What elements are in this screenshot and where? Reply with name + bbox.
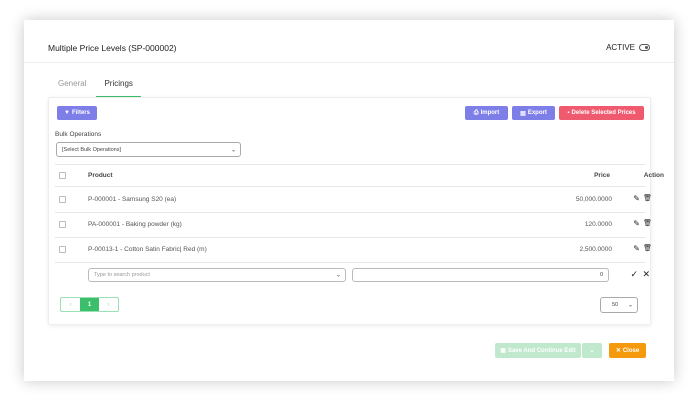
header-divider [24, 62, 674, 63]
trash-icon: ▪ [567, 110, 570, 116]
header-divider-line [55, 186, 645, 187]
page-1-button[interactable]: 1 [80, 298, 99, 311]
row-checkbox[interactable] [59, 221, 66, 228]
trash-icon[interactable]: 🗑 [643, 220, 652, 227]
row-divider [55, 262, 645, 263]
edit-icon[interactable]: ✎ [633, 220, 640, 228]
filter-icon: ▼ [64, 110, 70, 116]
select-all-checkbox[interactable] [59, 172, 66, 179]
close-label: Close [622, 347, 640, 354]
bulk-operations-label: Bulk Operations [55, 131, 102, 138]
product-cell: P-00013-1 - Cotton Satin Fabric| Red (m) [88, 246, 207, 253]
save-continue-label: Save And Continue Edit [507, 347, 576, 354]
product-cell: PA-000001 - Baking powder (kg) [88, 221, 182, 228]
close-icon: ✕ [615, 348, 621, 354]
page-size-value: 50 [611, 302, 619, 308]
page-title: Multiple Price Levels (SP-000002) [48, 43, 177, 53]
save-icon: ▣ [500, 348, 506, 354]
row-checkbox[interactable] [59, 196, 66, 203]
modal-window: Multiple Price Levels (SP-000002) ACTIVE… [24, 20, 674, 381]
tab-pricings[interactable]: Pricings [96, 79, 141, 98]
status-label: ACTIVE [606, 43, 635, 52]
table-top-divider [55, 164, 645, 165]
delete-label: Delete Selected Prices [571, 110, 636, 116]
chevron-down-icon: ⌄ [627, 302, 633, 309]
column-header-action: Action [643, 172, 664, 179]
column-header-price: Price [594, 172, 610, 179]
product-search-placeholder: Type to search product [94, 272, 150, 278]
product-search-select[interactable]: Type to search product ⌄ [88, 268, 346, 282]
next-page-button[interactable]: › [99, 298, 118, 311]
import-button[interactable]: ⎙ Import [465, 106, 508, 120]
delete-selected-button[interactable]: ▪ Delete Selected Prices [559, 106, 644, 120]
tab-general[interactable]: General [58, 79, 86, 98]
prev-page-button[interactable]: ‹ [61, 298, 80, 311]
import-label: Import [480, 110, 500, 116]
check-icon[interactable]: ✓ [630, 270, 638, 279]
bulk-operations-value: [Select Bulk Operations] [62, 146, 122, 153]
price-cell: 2,500.0000 [579, 246, 612, 253]
status-toggle-icon[interactable] [639, 44, 650, 51]
page-size-select[interactable]: 50 ⌄ [600, 297, 638, 313]
row-checkbox[interactable] [59, 246, 66, 253]
pricings-panel: ▼ Filters ⎙ Import ▤ Export ▪ Delete Sel… [48, 97, 651, 325]
import-icon: ⎙ [473, 109, 479, 116]
trash-icon[interactable]: 🗑 [643, 245, 652, 252]
price-input-value: 0 [599, 272, 603, 278]
edit-icon[interactable]: ✎ [633, 245, 640, 253]
export-label: Export [527, 110, 547, 116]
row-divider [55, 237, 645, 238]
chevron-down-icon: ⌄ [230, 147, 236, 153]
save-continue-button[interactable]: ▣ Save And Continue Edit [495, 343, 581, 358]
price-cell: 120.0000 [584, 221, 612, 228]
trash-icon[interactable]: 🗑 [643, 195, 652, 202]
tab-bar: General Pricings [58, 79, 141, 98]
price-cell: 50,000.0000 [575, 196, 612, 203]
filters-button[interactable]: ▼ Filters [57, 106, 97, 120]
price-input[interactable]: 0 [352, 268, 609, 282]
chevron-down-icon: ⌄ [335, 272, 341, 279]
save-options-dropdown[interactable]: ⌄ [582, 343, 602, 358]
row-divider [55, 212, 645, 213]
export-button[interactable]: ▤ Export [512, 106, 555, 120]
close-button[interactable]: ✕ Close [609, 343, 646, 358]
export-icon: ▤ [520, 110, 526, 117]
filters-label: Filters [71, 110, 90, 116]
edit-icon[interactable]: ✎ [633, 195, 640, 203]
column-header-product: Product [88, 172, 113, 179]
product-cell: P-000001 - Samsung S20 (ea) [88, 196, 177, 203]
status-indicator[interactable]: ACTIVE [606, 43, 650, 52]
pagination: ‹ 1 › [60, 297, 119, 312]
close-icon[interactable]: ✕ [642, 270, 650, 279]
chevron-down-icon: ⌄ [589, 348, 595, 354]
bulk-operations-select[interactable]: [Select Bulk Operations] ⌄ [56, 142, 241, 157]
